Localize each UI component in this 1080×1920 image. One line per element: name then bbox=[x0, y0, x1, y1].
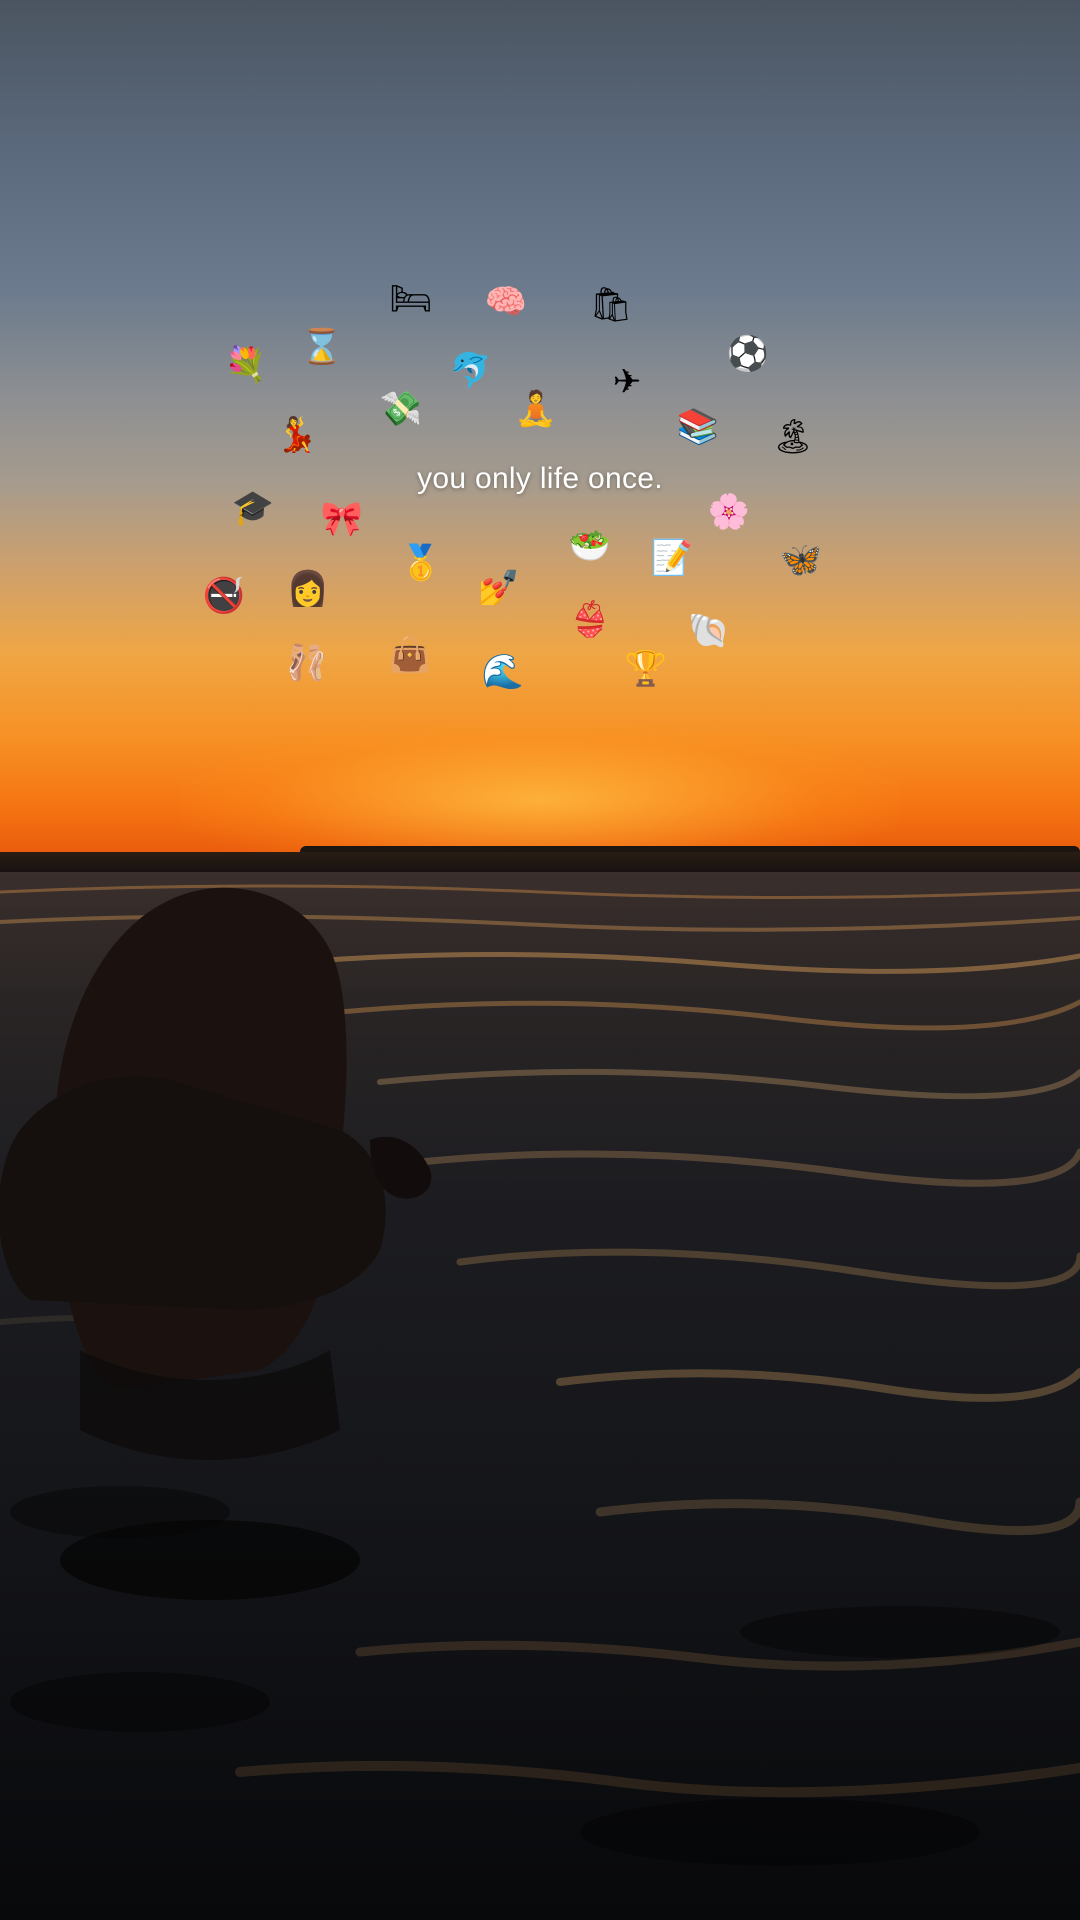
handbag-icon: 👜 bbox=[388, 635, 432, 675]
bed-icon: 🛏 bbox=[389, 279, 433, 319]
bikini-icon: 👙 bbox=[568, 600, 612, 640]
gold-medal-icon: 🥇 bbox=[399, 543, 443, 583]
soccer-ball-icon: ⚽ bbox=[726, 334, 770, 374]
memo-icon: 📝 bbox=[650, 538, 694, 578]
hourglass-icon: ⌛ bbox=[300, 327, 344, 367]
butterfly-icon: 🦋 bbox=[779, 540, 823, 580]
graduation-cap-icon: 🎓 bbox=[231, 488, 275, 528]
meditating-woman-icon: 🧘 bbox=[514, 389, 558, 429]
no-smoking-icon: 🚭 bbox=[202, 576, 246, 616]
ballet-shoes-icon: 🩰 bbox=[285, 643, 329, 683]
cherry-blossom-icon: 🌸 bbox=[707, 492, 751, 532]
trophy-icon: 🏆 bbox=[624, 649, 668, 689]
water-wave-icon: 🌊 bbox=[481, 652, 525, 692]
money-with-wings-icon: 💸 bbox=[379, 389, 423, 429]
nail-polish-icon: 💅 bbox=[477, 568, 521, 608]
dolphin-icon: 🐬 bbox=[449, 351, 493, 391]
salad-bowl-icon: 🥗 bbox=[568, 526, 612, 566]
flowers-bouquet-icon: 💐 bbox=[224, 345, 268, 385]
books-icon: 📚 bbox=[676, 407, 720, 447]
spiral-shell-icon: 🐚 bbox=[687, 611, 731, 651]
airplane-icon: ✈ bbox=[612, 362, 642, 402]
brain-icon: 🧠 bbox=[484, 282, 528, 322]
dancing-woman-icon: 💃 bbox=[275, 415, 319, 455]
beach-umbrella-icon: 🏝 bbox=[771, 417, 815, 457]
sunset-ocean-scene: you only life once. 🛏 🧠 🛍 ⚽ 💐 ⌛ 🐬 ✈ 💸 🧘 … bbox=[0, 0, 1080, 1920]
caption-text: you only life once. bbox=[417, 462, 663, 495]
woman-teacher-icon: 👩 bbox=[286, 569, 330, 609]
shopping-bags-icon: 🛍 bbox=[589, 285, 633, 325]
pink-bow-icon: 🎀 bbox=[320, 499, 364, 539]
swimmer-silhouette bbox=[0, 887, 432, 1600]
